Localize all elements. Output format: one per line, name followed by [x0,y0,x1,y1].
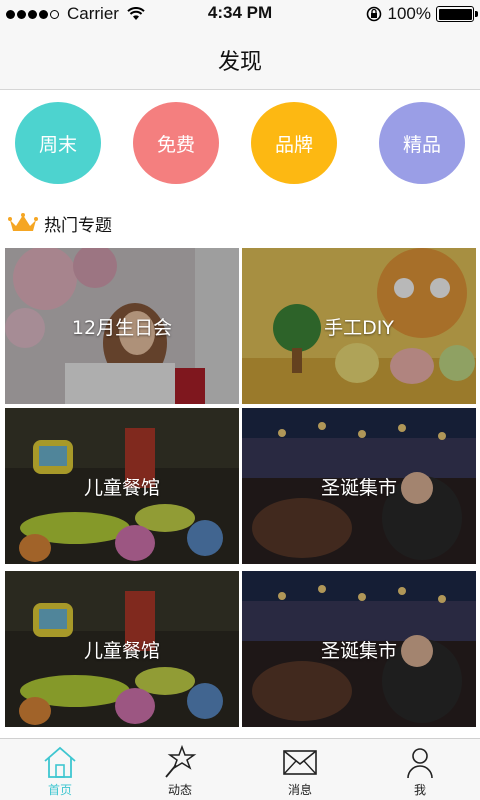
crown-icon [8,213,38,231]
topic-title: 儿童餐馆 [83,476,160,499]
category-premium-button[interactable]: 精品 [379,102,465,184]
envelope-icon [283,750,317,775]
tab-bar: 首页 动态 消息 我 [0,738,480,800]
topic-card-kids-restaurant[interactable]: 儿童餐馆 [5,408,239,564]
tab-label: 动态 [167,783,192,797]
home-icon [44,746,76,778]
battery-icon [436,6,478,22]
section-title: 热门专题 [44,215,112,236]
tab-label: 首页 [47,783,72,797]
rotation-lock-icon [366,6,381,22]
battery-percent: 100% [387,4,431,23]
topic-card-handmade[interactable]: 手工DIY [242,248,476,404]
star-wand-icon [165,745,197,778]
person-icon [407,748,433,779]
category-weekend-button[interactable]: 周末 [15,102,101,184]
topic-title: 圣诞集市 [320,639,397,662]
category-brand-button[interactable]: 品牌 [251,102,337,184]
category-free-button[interactable]: 免费 [133,102,219,184]
topic-card-birthday[interactable]: 12月生日会 [5,248,239,404]
status-bar: Carrier 4:34 PM 100% [0,0,480,28]
topic-title: 手工DIY [324,316,394,339]
nav-bar: 发现 [0,28,480,90]
tab-home[interactable]: 首页 [0,739,120,800]
topic-title: 12月生日会 [71,316,173,339]
topic-card-christmas-market[interactable]: 圣诞集市 [242,571,476,727]
page-title: 发现 [217,50,262,75]
tab-label: 消息 [287,783,312,797]
tab-messages[interactable]: 消息 [240,739,360,800]
section-header: 热门专题 [8,208,112,238]
topic-card-christmas-market[interactable]: 圣诞集市 [242,408,476,564]
topic-card-kids-restaurant[interactable]: 儿童餐馆 [5,571,239,727]
topic-title: 儿童餐馆 [83,639,160,662]
tab-me[interactable]: 我 [360,739,480,800]
tab-label: 我 [413,783,426,797]
tab-activity[interactable]: 动态 [120,739,240,800]
category-row: 周末 免费 品牌 精品 [0,102,480,184]
topic-title: 圣诞集市 [320,476,397,499]
status-right: 100% [366,4,478,24]
